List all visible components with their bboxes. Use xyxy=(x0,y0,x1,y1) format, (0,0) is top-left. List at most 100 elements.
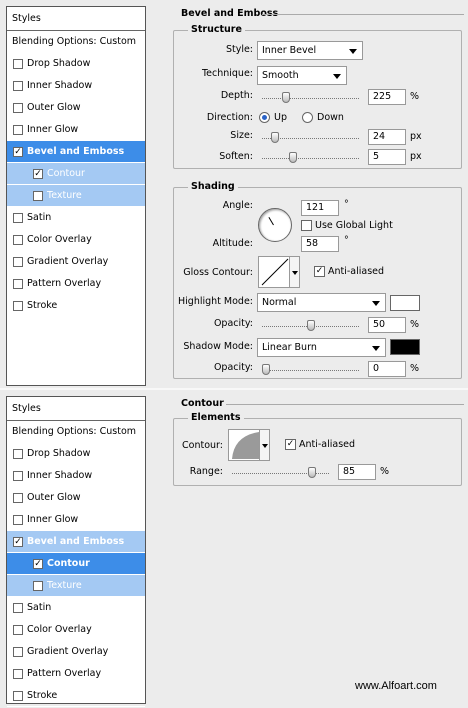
chevron-down-icon xyxy=(372,346,380,351)
style-item-checkbox[interactable] xyxy=(13,493,23,503)
style-item-gradient-overlay[interactable]: Gradient Overlay xyxy=(7,641,145,663)
use-global-light-checkbox[interactable] xyxy=(301,220,312,231)
style-item-drop-shadow[interactable]: Drop Shadow xyxy=(7,443,145,465)
style-item-outer-glow[interactable]: Outer Glow xyxy=(7,97,145,119)
style-item-satin[interactable]: Satin xyxy=(7,597,145,619)
style-item-checkbox[interactable] xyxy=(13,213,23,223)
style-item-checkbox[interactable] xyxy=(33,191,43,201)
style-item-checkbox[interactable] xyxy=(13,81,23,91)
style-item-texture[interactable]: Texture xyxy=(7,575,145,597)
range-label: Range: xyxy=(189,466,223,477)
style-item-checkbox[interactable] xyxy=(13,625,23,635)
style-item-checkbox[interactable] xyxy=(13,147,23,157)
shadow-color-swatch[interactable] xyxy=(390,339,420,355)
style-item-checkbox[interactable] xyxy=(13,257,23,267)
style-item-checkbox[interactable] xyxy=(13,537,23,547)
soften-slider-thumb[interactable] xyxy=(289,152,297,163)
highlight-opacity-thumb[interactable] xyxy=(307,320,315,331)
style-item-pattern-overlay[interactable]: Pattern Overlay xyxy=(7,273,145,295)
shadow-mode-dropdown[interactable]: Linear Burn xyxy=(257,338,386,357)
style-item-drop-shadow[interactable]: Drop Shadow xyxy=(7,53,145,75)
altitude-input[interactable]: 58 xyxy=(301,236,339,252)
highlight-opacity-input[interactable]: 50 xyxy=(368,317,406,333)
angle-input[interactable]: 121 xyxy=(301,200,339,216)
direction-down-radio[interactable] xyxy=(302,112,313,123)
style-item-checkbox[interactable] xyxy=(33,169,43,179)
style-item-checkbox[interactable] xyxy=(13,603,23,613)
style-item-blending-options-custom[interactable]: Blending Options: Custom xyxy=(7,31,145,53)
direction-label: Direction: xyxy=(206,112,253,123)
style-item-pattern-overlay[interactable]: Pattern Overlay xyxy=(7,663,145,685)
styles-header[interactable]: Styles xyxy=(7,7,145,31)
style-item-satin[interactable]: Satin xyxy=(7,207,145,229)
style-item-bevel-and-emboss[interactable]: Bevel and Emboss xyxy=(7,531,145,553)
style-item-inner-shadow[interactable]: Inner Shadow xyxy=(7,465,145,487)
shadow-mode-value: Linear Burn xyxy=(262,342,317,353)
soften-slider[interactable] xyxy=(262,152,359,163)
style-item-color-overlay[interactable]: Color Overlay xyxy=(7,619,145,641)
style-item-checkbox[interactable] xyxy=(13,515,23,525)
styles-header[interactable]: Styles xyxy=(7,397,145,421)
style-item-color-overlay[interactable]: Color Overlay xyxy=(7,229,145,251)
style-item-inner-glow[interactable]: Inner Glow xyxy=(7,509,145,531)
highlight-mode-dropdown[interactable]: Normal xyxy=(257,293,386,312)
gloss-anti-aliased-checkbox[interactable] xyxy=(314,266,325,277)
highlight-opacity-slider[interactable] xyxy=(262,320,359,331)
elements-title: Elements xyxy=(188,412,244,423)
style-item-checkbox[interactable] xyxy=(33,581,43,591)
style-item-stroke[interactable]: Stroke xyxy=(7,685,145,707)
depth-input[interactable]: 225 xyxy=(368,89,406,105)
size-slider[interactable] xyxy=(262,132,359,143)
highlight-color-swatch[interactable] xyxy=(390,295,420,311)
anti-aliased-checkbox[interactable] xyxy=(285,439,296,450)
style-item-inner-glow[interactable]: Inner Glow xyxy=(7,119,145,141)
size-input[interactable]: 24 xyxy=(368,129,406,145)
shadow-opacity-slider[interactable] xyxy=(262,364,359,375)
style-item-bevel-and-emboss[interactable]: Bevel and Emboss xyxy=(7,141,145,163)
range-slider[interactable] xyxy=(232,467,329,478)
depth-slider-thumb[interactable] xyxy=(282,92,290,103)
angle-dial[interactable] xyxy=(258,208,292,242)
style-item-checkbox[interactable] xyxy=(13,449,23,459)
depth-label: Depth: xyxy=(220,90,253,101)
style-item-contour[interactable]: Contour xyxy=(7,553,145,575)
style-item-checkbox[interactable] xyxy=(13,235,23,245)
shadow-opacity-thumb[interactable] xyxy=(262,364,270,375)
style-item-checkbox[interactable] xyxy=(13,59,23,69)
style-item-checkbox[interactable] xyxy=(13,669,23,679)
linear-contour-icon xyxy=(261,258,289,286)
technique-dropdown[interactable]: Smooth xyxy=(257,66,347,85)
size-slider-thumb[interactable] xyxy=(271,132,279,143)
style-item-checkbox[interactable] xyxy=(13,301,23,311)
size-label: Size: xyxy=(230,130,253,141)
style-item-contour[interactable]: Contour xyxy=(7,163,145,185)
style-item-checkbox[interactable] xyxy=(13,647,23,657)
depth-slider[interactable] xyxy=(262,92,359,103)
style-item-blending-options-custom[interactable]: Blending Options: Custom xyxy=(7,421,145,443)
style-item-outer-glow[interactable]: Outer Glow xyxy=(7,487,145,509)
style-item-label: Inner Shadow xyxy=(27,80,93,91)
style-item-checkbox[interactable] xyxy=(13,279,23,289)
style-item-checkbox[interactable] xyxy=(13,691,23,701)
shadow-opacity-input[interactable]: 0 xyxy=(368,361,406,377)
style-item-checkbox[interactable] xyxy=(33,559,43,569)
contour-picker[interactable] xyxy=(228,429,270,461)
soften-input[interactable]: 5 xyxy=(368,149,406,165)
style-item-label: Texture xyxy=(47,580,82,591)
altitude-label: Altitude: xyxy=(212,238,253,249)
gloss-contour-picker[interactable] xyxy=(258,256,300,288)
style-item-checkbox[interactable] xyxy=(13,125,23,135)
style-item-inner-shadow[interactable]: Inner Shadow xyxy=(7,75,145,97)
style-item-label: Gradient Overlay xyxy=(27,256,109,267)
direction-up-radio[interactable] xyxy=(259,112,270,123)
range-input[interactable]: 85 xyxy=(338,464,376,480)
style-value: Inner Bevel xyxy=(262,45,317,56)
style-item-texture[interactable]: Texture xyxy=(7,185,145,207)
range-slider-thumb[interactable] xyxy=(308,467,316,478)
style-item-label: Texture xyxy=(47,190,82,201)
style-dropdown[interactable]: Inner Bevel xyxy=(257,41,363,60)
style-item-checkbox[interactable] xyxy=(13,103,23,113)
style-item-stroke[interactable]: Stroke xyxy=(7,295,145,317)
style-item-checkbox[interactable] xyxy=(13,471,23,481)
style-item-gradient-overlay[interactable]: Gradient Overlay xyxy=(7,251,145,273)
